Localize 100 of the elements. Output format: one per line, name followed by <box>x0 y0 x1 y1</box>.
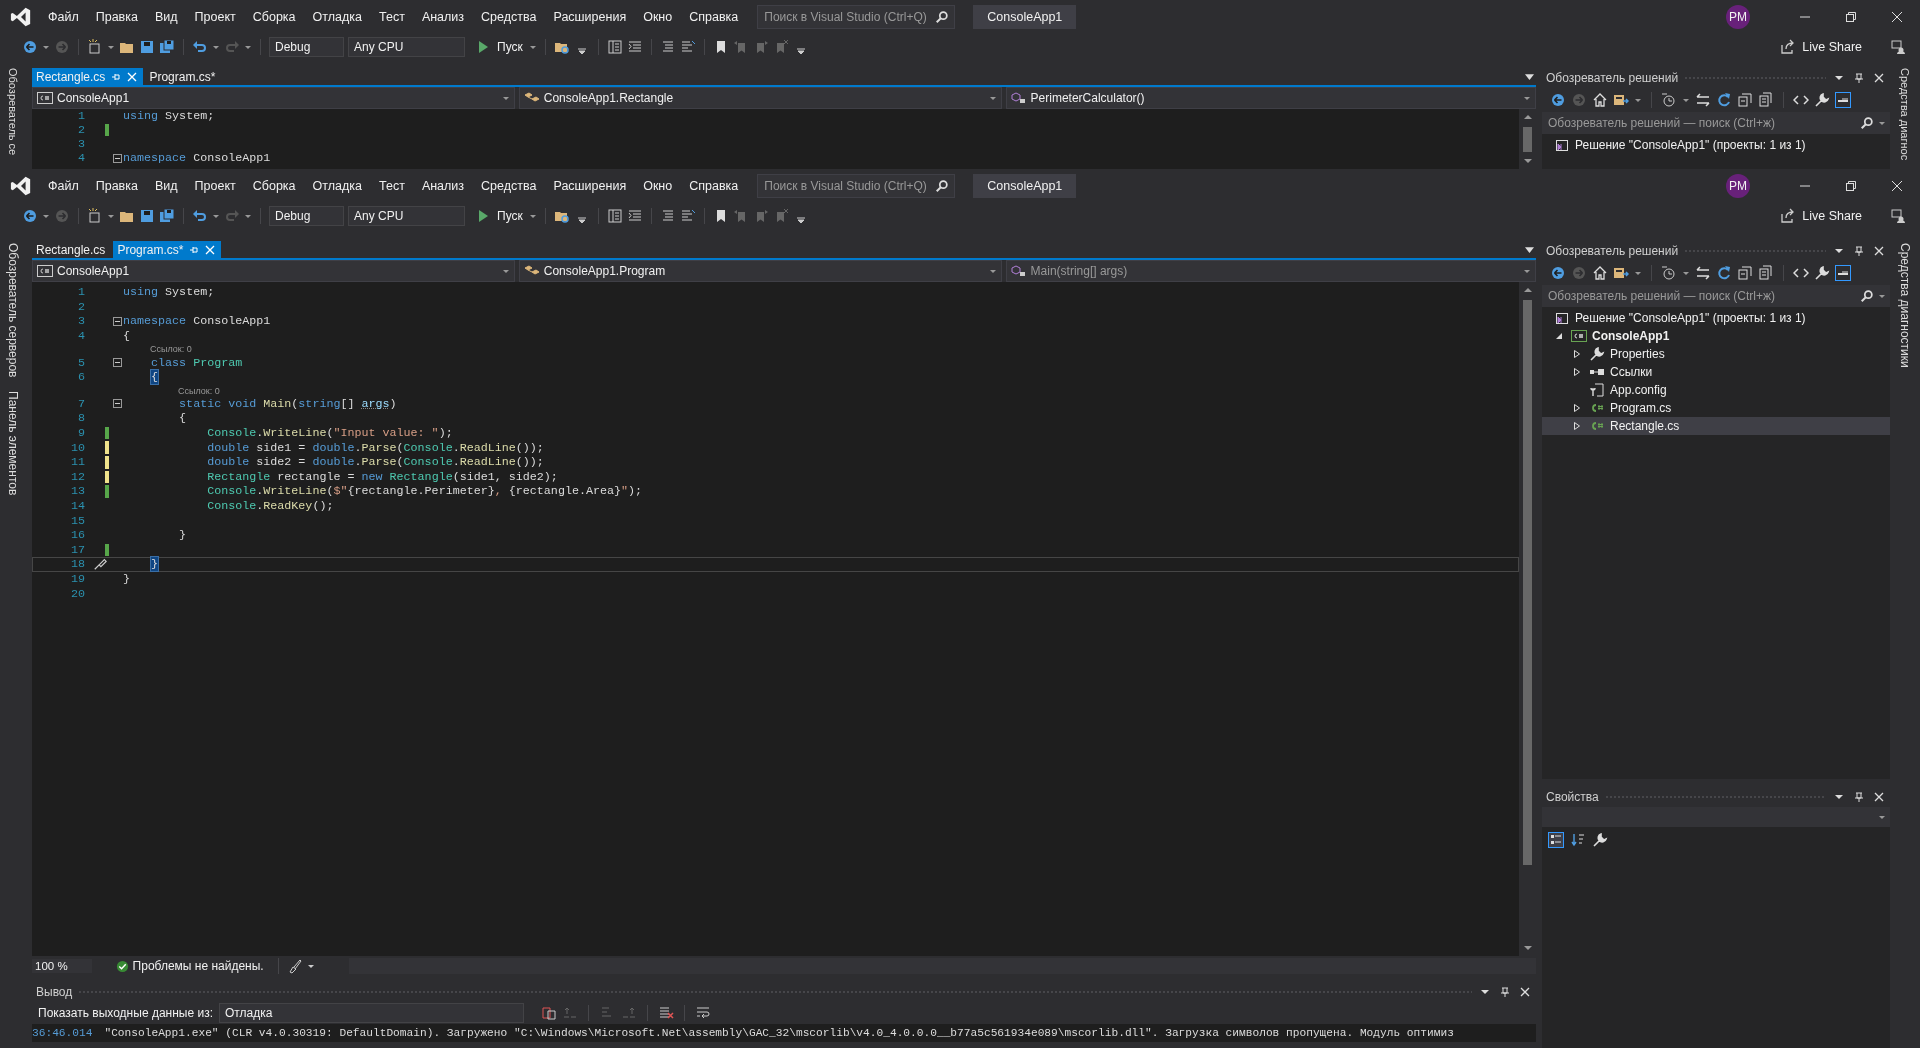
tree-row[interactable]: Решение "ConsoleApp1" (проекты: 1 из 1) <box>1542 309 1890 327</box>
wrap-icon[interactable] <box>695 1005 711 1021</box>
indent-icon[interactable] <box>626 39 643 55</box>
collapsed-arrow-icon[interactable] <box>1572 421 1582 431</box>
caret-icon[interactable] <box>1878 292 1886 300</box>
menu-item[interactable]: Файл <box>48 179 79 193</box>
search-icon[interactable] <box>935 10 950 24</box>
collapse-icon[interactable] <box>113 399 122 409</box>
dropdown-icon[interactable] <box>1480 987 1490 997</box>
pin-icon[interactable] <box>1854 792 1864 802</box>
menu-item[interactable]: Правка <box>95 179 138 193</box>
navigation-dropdown[interactable]: ConsoleApp1 <box>32 260 515 282</box>
tree-item[interactable]: Program.cs <box>1610 401 1672 415</box>
menu-item[interactable]: Окно <box>643 179 673 193</box>
preview-icon[interactable] <box>1835 265 1851 281</box>
caret-icon[interactable] <box>1878 813 1886 821</box>
close-icon[interactable] <box>1874 246 1884 256</box>
caret-icon[interactable] <box>528 212 537 220</box>
caret-icon[interactable] <box>107 212 115 220</box>
menu-item[interactable]: Сборка <box>252 179 296 193</box>
run-button[interactable]: Пуск <box>495 40 525 54</box>
home-icon[interactable] <box>1592 92 1608 108</box>
side-tab[interactable]: Обозреватель се <box>7 68 19 156</box>
run-button[interactable]: Пуск <box>495 209 525 223</box>
expanded-arrow-icon[interactable] <box>1554 331 1564 341</box>
pin-icon[interactable] <box>1854 73 1864 83</box>
menu-item[interactable]: Расширения <box>553 10 627 24</box>
caret-icon[interactable] <box>1878 119 1886 127</box>
caret-icon[interactable] <box>306 962 315 970</box>
save-all-icon[interactable] <box>159 208 175 224</box>
caret-icon[interactable] <box>501 267 510 275</box>
pin-icon[interactable] <box>1500 987 1510 997</box>
caret-icon[interactable] <box>1682 269 1690 277</box>
caret-icon[interactable] <box>212 212 220 220</box>
sync-icon[interactable] <box>1613 265 1629 281</box>
live-share-button[interactable]: Live Share <box>1802 40 1862 54</box>
caret-icon[interactable] <box>528 43 537 51</box>
caret-icon[interactable] <box>988 267 997 275</box>
tree-item[interactable]: Решение "ConsoleApp1" (проекты: 1 из 1) <box>1575 311 1806 325</box>
side-tab[interactable]: Панель элементов <box>6 389 20 498</box>
caret-icon[interactable] <box>1634 269 1642 277</box>
history-icon[interactable] <box>1661 265 1677 281</box>
side-tab[interactable]: Средства диагностики <box>1898 241 1912 370</box>
menu-item[interactable]: Вид <box>154 179 178 193</box>
clear-icon[interactable] <box>658 1005 674 1021</box>
caret-icon[interactable] <box>988 94 997 102</box>
close-icon[interactable] <box>1874 792 1884 802</box>
caret-icon[interactable] <box>501 94 510 102</box>
caret-icon[interactable] <box>42 43 50 51</box>
scroll-up-icon[interactable] <box>1523 113 1532 121</box>
save-icon[interactable] <box>139 39 155 55</box>
comment-icon[interactable] <box>679 39 696 55</box>
menu-item[interactable]: Справка <box>689 10 739 24</box>
caret-icon[interactable] <box>244 212 252 220</box>
history-icon[interactable] <box>1661 92 1677 108</box>
collapsed-arrow-icon[interactable] <box>1572 349 1582 359</box>
scrollbar-thumb[interactable] <box>1523 300 1532 865</box>
new-project-icon[interactable] <box>87 39 103 55</box>
menu-item[interactable]: Проект <box>194 10 236 24</box>
search-icon[interactable] <box>1860 116 1874 130</box>
configuration-dropdown[interactable]: Debug <box>269 206 344 226</box>
issues-status[interactable]: Проблемы не найдены. <box>132 959 264 973</box>
vertical-scrollbar[interactable] <box>1519 282 1536 956</box>
menu-item[interactable]: Тест <box>379 179 405 193</box>
platform-dropdown[interactable]: Any CPU <box>348 206 465 226</box>
tree-item[interactable]: Решение "ConsoleApp1" (проекты: 1 из 1) <box>1575 138 1806 152</box>
tree-row[interactable]: Properties <box>1542 345 1890 363</box>
back-icon[interactable] <box>1550 92 1566 108</box>
new-project-icon[interactable] <box>87 208 103 224</box>
wrench-icon[interactable] <box>1814 265 1830 281</box>
tree-row[interactable]: Решение "ConsoleApp1" (проекты: 1 из 1) <box>1542 136 1890 154</box>
menu-item[interactable]: Вид <box>154 10 178 24</box>
back-icon[interactable] <box>22 208 38 224</box>
collapsed-arrow-icon[interactable] <box>1572 367 1582 377</box>
menu-item[interactable]: Средства <box>481 10 537 24</box>
side-tab[interactable]: Средства диагнос <box>1899 68 1911 161</box>
navigation-dropdown[interactable]: PerimeterCalculator() <box>1005 87 1536 109</box>
screwdriver-icon[interactable] <box>93 557 107 572</box>
menu-item[interactable]: Средства <box>481 179 537 193</box>
tree-item[interactable]: Ссылки <box>1610 365 1653 379</box>
preview-icon[interactable] <box>1835 92 1851 108</box>
menu-item[interactable]: Анализ <box>421 179 465 193</box>
refresh-icon[interactable] <box>1716 92 1732 108</box>
tree-item[interactable]: Properties <box>1610 347 1665 361</box>
search-icon[interactable] <box>935 179 950 193</box>
menu-item[interactable]: Анализ <box>421 10 465 24</box>
menu-item[interactable]: Отладка <box>312 179 362 193</box>
goto-icon[interactable] <box>540 1005 556 1021</box>
menu-item[interactable]: Тест <box>379 10 405 24</box>
search-field[interactable]: Поиск в Visual Studio (Ctrl+Q) <box>757 5 956 29</box>
copy-icon[interactable] <box>1758 265 1774 281</box>
configuration-dropdown[interactable]: Debug <box>269 37 344 57</box>
close-icon[interactable] <box>1520 987 1530 997</box>
tree-row[interactable]: Program.cs <box>1542 399 1890 417</box>
swap-icon[interactable] <box>1695 92 1711 108</box>
caret-icon[interactable] <box>244 43 252 51</box>
tree-row[interactable]: Rectangle.cs <box>1542 417 1890 435</box>
collapse-icon[interactable] <box>113 317 122 326</box>
navigation-dropdown[interactable]: ConsoleApp1.Program <box>518 260 1002 282</box>
menu-item[interactable]: Сборка <box>252 10 296 24</box>
